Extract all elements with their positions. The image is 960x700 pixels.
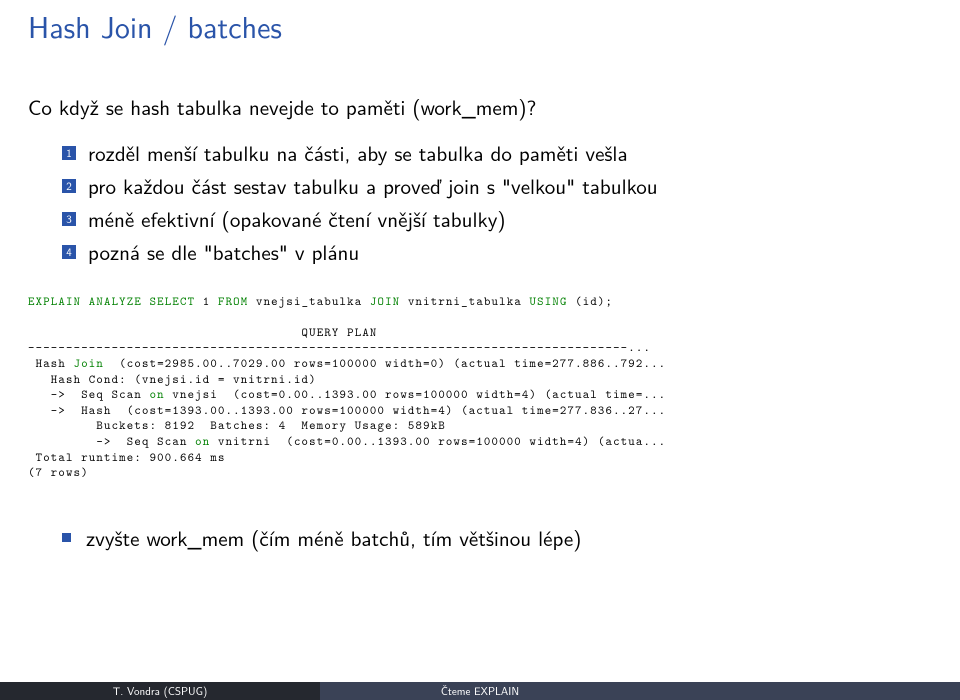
enum-badge: 4 — [62, 245, 76, 259]
code-block: EXPLAIN ANALYZE SELECT 1 FROM vnejsi_tab… — [28, 294, 932, 481]
list-item: 1rozděl menší tabulku na části, aby se t… — [62, 140, 932, 167]
footer: T. Vondra (CSPUG) Čteme EXPLAIN — [0, 682, 960, 700]
footer-title: Čteme EXPLAIN — [320, 682, 640, 700]
list-item: 2pro každou část sestav tabulku a proveď… — [62, 173, 932, 200]
enum-badge: 1 — [62, 146, 76, 160]
list-item: zvyšte work_mem (čím méně batchů, tím vě… — [62, 523, 932, 553]
intro-text: Co když se hash tabulka nevejde to pamět… — [28, 92, 932, 122]
enum-badge: 3 — [62, 212, 76, 226]
enum-badge: 2 — [62, 179, 76, 193]
footer-author: T. Vondra (CSPUG) — [0, 682, 320, 700]
bullet-list: zvyšte work_mem (čím méně batchů, tím vě… — [62, 523, 932, 553]
slide-title: Hash Join / batches — [0, 0, 960, 48]
footer-right — [640, 682, 960, 700]
list-item: 3méně efektivní (opakované čtení vnější … — [62, 206, 932, 233]
enum-list: 1rozděl menší tabulku na části, aby se t… — [62, 140, 932, 266]
list-item: 4pozná se dle "batches" v plánu — [62, 239, 932, 266]
